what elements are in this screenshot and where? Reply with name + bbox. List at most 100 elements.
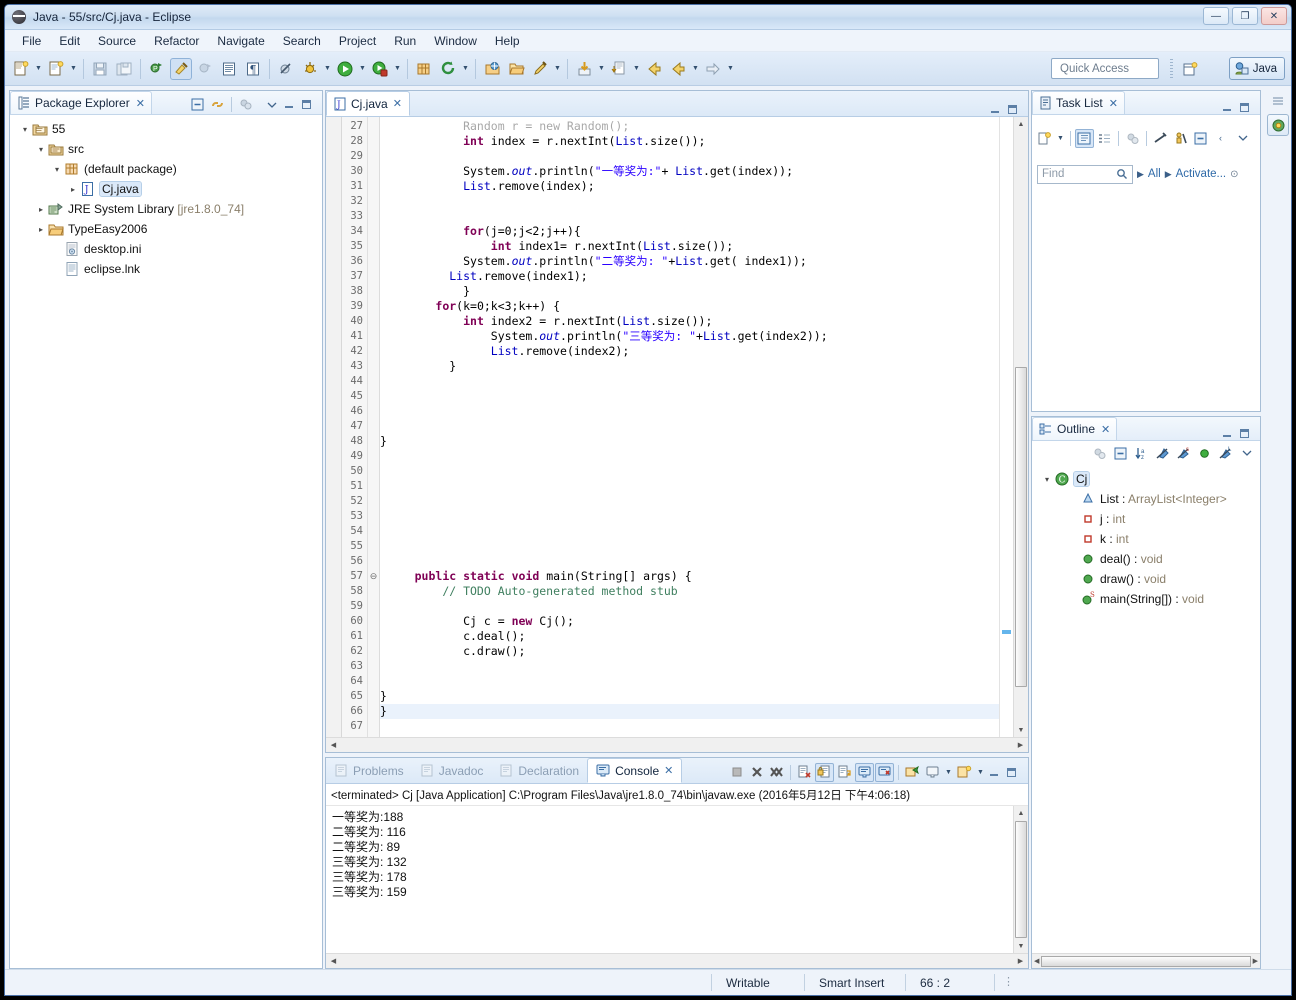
editor-overview-ruler[interactable]: [999, 117, 1013, 737]
back-forward-dropdown[interactable]: ▼: [690, 58, 701, 80]
toggle-mark-occurrences-icon[interactable]: [170, 58, 192, 80]
delete-task-icon[interactable]: [1151, 129, 1170, 148]
remove-launch-icon[interactable]: [747, 763, 766, 782]
menu-edit[interactable]: Edit: [50, 32, 89, 50]
tab-javadoc[interactable]: Javadoc: [412, 758, 492, 783]
menu-help[interactable]: Help: [486, 32, 529, 50]
collapse-arrow-icon[interactable]: ▾: [1040, 475, 1054, 484]
menu-window[interactable]: Window: [425, 32, 486, 50]
focus-on-active-task-icon[interactable]: [236, 95, 255, 114]
menu-project[interactable]: Project: [330, 32, 385, 50]
pin-console-icon[interactable]: [875, 763, 894, 782]
open-perspective-button[interactable]: [1179, 58, 1201, 80]
close-icon[interactable]: ✕: [393, 97, 402, 110]
outline-horizontal-scrollbar[interactable]: ◀ ▶: [1032, 953, 1260, 968]
menu-search[interactable]: Search: [274, 32, 330, 50]
run-external-icon[interactable]: [369, 58, 391, 80]
expand-arrow-icon[interactable]: ▸: [34, 205, 48, 214]
menu-run[interactable]: Run: [385, 32, 425, 50]
run-external-dropdown[interactable]: ▼: [392, 58, 403, 80]
hide-nonpublic-icon[interactable]: [1195, 444, 1214, 463]
view-menu-icon[interactable]: [1233, 129, 1252, 148]
scroll-left-arrow[interactable]: ◀: [327, 741, 340, 749]
editor-vertical-scrollbar[interactable]: ▲ ▼: [1013, 117, 1028, 737]
editor-annotation-ruler[interactable]: [326, 117, 342, 737]
scroll-down-arrow[interactable]: ▼: [1014, 723, 1028, 737]
scroll-left-arrow[interactable]: ◀: [1034, 957, 1039, 965]
perspective-java-button[interactable]: Java: [1229, 57, 1285, 80]
restore-icon[interactable]: [1267, 92, 1289, 110]
run-icon[interactable]: [334, 58, 356, 80]
scroll-up-arrow[interactable]: ▲: [1014, 806, 1028, 820]
tab-outline[interactable]: Outline ✕: [1032, 417, 1117, 440]
scroll-right-arrow[interactable]: ▶: [1014, 741, 1027, 749]
scroll-down-arrow[interactable]: ▼: [1014, 939, 1028, 953]
scroll-right-arrow[interactable]: ▶: [1253, 957, 1258, 965]
new-console-view-icon[interactable]: [955, 763, 974, 782]
outline-item-j[interactable]: j : int: [1034, 509, 1260, 529]
tree-item-default-package[interactable]: ▾(default package): [12, 159, 322, 179]
tab-cj-java[interactable]: J Cj.java ✕: [326, 91, 410, 116]
terminate-icon[interactable]: [727, 763, 746, 782]
menu-navigate[interactable]: Navigate: [208, 32, 273, 50]
menu-source[interactable]: Source: [89, 32, 145, 50]
task-list-body[interactable]: [1032, 187, 1260, 411]
filter-all-label[interactable]: All: [1148, 168, 1161, 180]
clear-console-icon[interactable]: [795, 763, 814, 782]
tab-problems[interactable]: Problems: [326, 758, 412, 783]
tree-item-eclipse-lnk[interactable]: eclipse.lnk: [12, 259, 322, 279]
new-project-dropdown[interactable]: ▼: [68, 58, 79, 80]
collapse-arrow-icon[interactable]: ▾: [50, 165, 64, 174]
maximize-icon[interactable]: [300, 98, 313, 111]
link-with-editor-icon[interactable]: [208, 95, 227, 114]
task-scroll-icon[interactable]: ‹: [1211, 129, 1230, 148]
hide-local-icon[interactable]: L: [1216, 444, 1235, 463]
minimize-icon[interactable]: [987, 766, 1000, 779]
search-dropdown[interactable]: ▼: [552, 58, 563, 80]
view-menu-icon[interactable]: [262, 95, 281, 114]
flat-presentation-icon[interactable]: [1095, 129, 1114, 148]
new-java-project-icon[interactable]: [45, 58, 67, 80]
tree-item-cj-java[interactable]: ▸JCj.java: [12, 179, 322, 199]
open-console-dropdown[interactable]: ▼: [943, 761, 954, 783]
tree-item-src[interactable]: ▾src: [12, 139, 322, 159]
external-tools-run-icon[interactable]: [194, 58, 216, 80]
close-icon[interactable]: ✕: [664, 764, 673, 777]
synchronize-icon[interactable]: [1123, 129, 1142, 148]
minimize-button[interactable]: —: [1203, 7, 1229, 25]
word-wrap-icon[interactable]: [835, 763, 854, 782]
forward-icon[interactable]: [667, 58, 689, 80]
forward-arrow-icon[interactable]: [702, 58, 724, 80]
outline-item-main-string[interactable]: Smain(String[]) : void: [1034, 589, 1260, 609]
categorized-presentation-icon[interactable]: [1075, 129, 1094, 148]
outline-item-deal[interactable]: deal() : void: [1034, 549, 1260, 569]
collapse-all-icon[interactable]: [1111, 444, 1130, 463]
focus-on-workweek-icon[interactable]: [1171, 129, 1190, 148]
show-console-on-output-icon[interactable]: [855, 763, 874, 782]
close-icon[interactable]: ✕: [1109, 97, 1118, 110]
maximize-icon[interactable]: [1238, 427, 1251, 440]
tree-item-desktop-ini[interactable]: desktop.ini: [12, 239, 322, 259]
expand-arrow-icon[interactable]: ▸: [34, 225, 48, 234]
new-wizard-icon[interactable]: [10, 58, 32, 80]
refresh-dropdown[interactable]: ▼: [460, 58, 471, 80]
new-task-dropdown[interactable]: ▼: [1055, 127, 1066, 149]
save-all-icon[interactable]: [113, 58, 135, 80]
maximize-button[interactable]: ❐: [1232, 7, 1258, 25]
view-menu-icon[interactable]: [1237, 444, 1256, 463]
refresh-icon[interactable]: [437, 58, 459, 80]
search-icon[interactable]: [1116, 168, 1128, 180]
tab-console[interactable]: Console✕: [587, 758, 682, 783]
filter-activate-arrow-icon[interactable]: ▶: [1165, 169, 1172, 180]
editor-scroll-thumb[interactable]: [1015, 367, 1027, 687]
debug-dropdown[interactable]: ▼: [322, 58, 333, 80]
tree-item-55[interactable]: ▾55: [12, 119, 322, 139]
minimize-icon[interactable]: [1220, 101, 1233, 114]
scroll-lock-icon[interactable]: [815, 763, 834, 782]
minimize-icon[interactable]: [988, 103, 1001, 116]
maximize-icon[interactable]: [1006, 103, 1019, 116]
outline-item-list[interactable]: List : ArrayList<Integer>: [1034, 489, 1260, 509]
open-type-icon[interactable]: [218, 58, 240, 80]
open-task-icon[interactable]: [481, 58, 503, 80]
outline-item-cj[interactable]: ▾CCj: [1034, 469, 1260, 489]
